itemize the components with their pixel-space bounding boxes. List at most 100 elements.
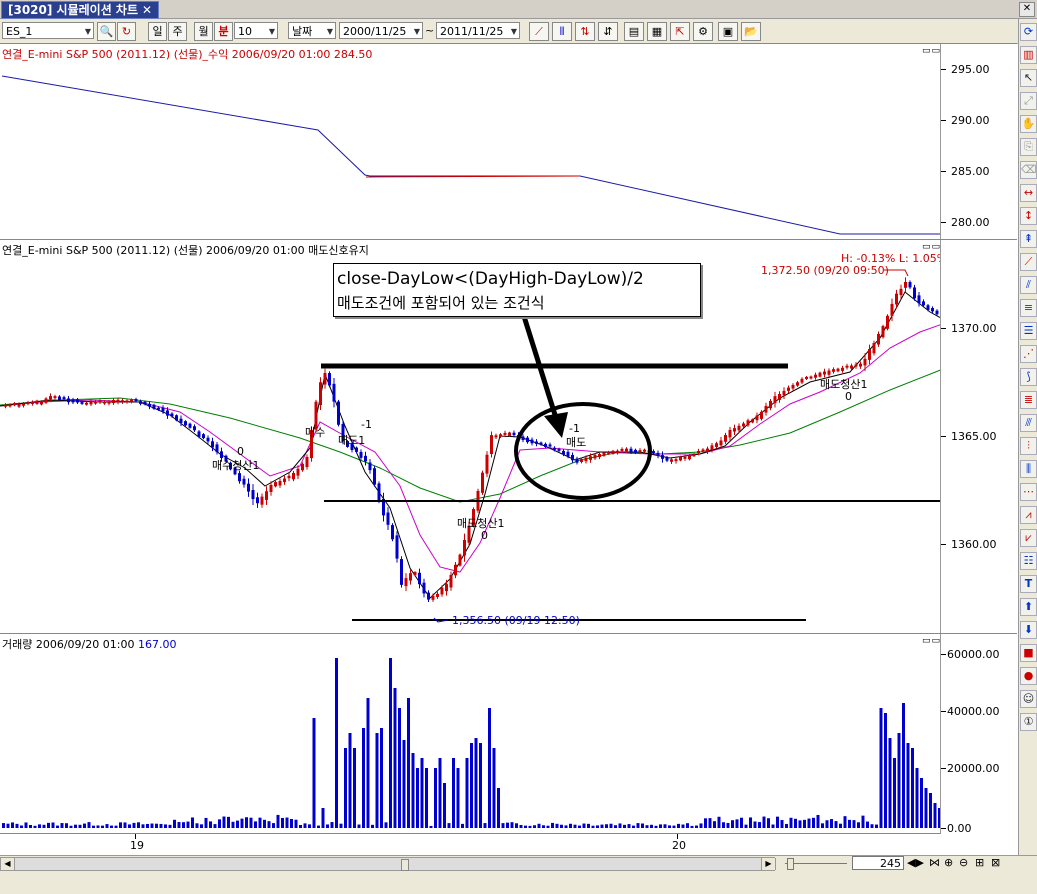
candle-body bbox=[364, 455, 367, 462]
crosshair-icon[interactable]: ⊕ bbox=[944, 856, 953, 869]
pane-window-controls[interactable]: ▭▭ bbox=[922, 636, 941, 646]
candle-body bbox=[395, 535, 399, 559]
text-icon[interactable]: T bbox=[1020, 575, 1037, 593]
scroll-thumb[interactable] bbox=[401, 859, 409, 871]
chart-compare-icon[interactable]: ⇅ bbox=[575, 22, 595, 41]
volume-bar bbox=[20, 825, 23, 828]
sync-icon[interactable]: ⟳ bbox=[1020, 23, 1037, 41]
pane-window-controls[interactable]: ▭▭ bbox=[922, 46, 941, 56]
speed-line-icon[interactable]: ≣ bbox=[1020, 391, 1037, 409]
horizontal-scrollbar[interactable]: ◀ ▶ bbox=[0, 857, 776, 871]
volume-bar bbox=[591, 825, 595, 828]
fit-icon[interactable]: ⋈ bbox=[929, 856, 940, 869]
zoom-value-input[interactable]: 245 bbox=[852, 856, 904, 870]
indicator-icon[interactable]: ▥ bbox=[1020, 46, 1037, 64]
smile-icon[interactable]: ☺ bbox=[1020, 690, 1037, 708]
report-icon[interactable]: ▦ bbox=[647, 22, 667, 41]
save-icon[interactable]: ▣ bbox=[718, 22, 738, 41]
wave-icon[interactable]: ⋯ bbox=[1020, 483, 1037, 501]
settings-icon[interactable]: ⚙ bbox=[693, 22, 713, 41]
delete-icon[interactable]: ⌫ bbox=[1020, 161, 1037, 179]
candle-body bbox=[436, 593, 439, 598]
zoom-icon[interactable]: ⤢ bbox=[1020, 92, 1037, 110]
scroll-left-icon[interactable]: ◀ bbox=[1, 858, 15, 870]
volume-bar bbox=[677, 823, 680, 828]
pane-window-controls[interactable]: ▭▭ bbox=[922, 242, 941, 252]
andrews-icon[interactable]: ⫶ bbox=[1020, 437, 1037, 455]
sort-icon[interactable]: ⇵ bbox=[598, 22, 618, 41]
tab-close-icon[interactable]: ✕ bbox=[142, 3, 152, 17]
volume-bar bbox=[56, 825, 59, 828]
symbol-select[interactable]: ES_1 ▼ bbox=[2, 22, 94, 39]
date-to-select[interactable]: 2011/11/25 ▼ bbox=[436, 22, 520, 39]
pattern-icon[interactable]: ⩘ bbox=[1020, 506, 1037, 524]
hand-icon[interactable]: ✋ bbox=[1020, 115, 1037, 133]
candle-body bbox=[301, 463, 304, 471]
period-minute-button[interactable]: 분 bbox=[214, 22, 233, 41]
trendline-icon[interactable]: ⟋ bbox=[1020, 253, 1037, 271]
export-icon[interactable]: ⇱ bbox=[670, 22, 690, 41]
zoom-out-icon[interactable]: ⊖ bbox=[959, 856, 968, 869]
volume-bar bbox=[866, 821, 869, 828]
refresh-icon[interactable]: ↻ bbox=[117, 22, 136, 41]
volume-bar bbox=[564, 825, 568, 828]
range-type-value: 날짜 bbox=[292, 25, 313, 38]
open-folder-icon[interactable]: 📂 bbox=[741, 22, 761, 41]
candle-body bbox=[530, 439, 534, 444]
chart-tab[interactable]: [3020] 시뮬레이션 차트 ✕ bbox=[1, 1, 160, 19]
volume-bar bbox=[627, 824, 631, 828]
zoom-arrows-icon[interactable]: ◀▶ bbox=[907, 856, 924, 869]
list-icon[interactable]: ☷ bbox=[1020, 552, 1037, 570]
chart-line-icon[interactable]: ⟋ bbox=[529, 22, 549, 41]
candle-body bbox=[688, 454, 691, 460]
channel-icon[interactable]: ⫽ bbox=[1020, 276, 1037, 294]
grid-icon[interactable]: ⊞ bbox=[975, 856, 984, 869]
date-from-select[interactable]: 2000/11/25 ▼ bbox=[339, 22, 423, 39]
period-day-button[interactable]: 일 bbox=[148, 22, 167, 41]
regression-icon[interactable]: ⫻ bbox=[1020, 414, 1037, 432]
copy-icon[interactable]: ⎘ bbox=[1020, 138, 1037, 156]
info-icon[interactable]: ① bbox=[1020, 713, 1037, 731]
circle-icon[interactable]: ● bbox=[1020, 667, 1037, 685]
candle-body bbox=[535, 441, 538, 444]
candle-body bbox=[292, 472, 295, 480]
candle-body bbox=[769, 400, 772, 409]
range-type-select[interactable]: 날짜 ▼ bbox=[288, 22, 336, 39]
candle-body bbox=[305, 456, 309, 468]
horizontal-line-icon[interactable]: ↔ bbox=[1020, 184, 1037, 202]
volume-bar bbox=[29, 824, 32, 828]
volume-plot bbox=[2, 658, 941, 828]
interval-select[interactable]: 10 ▼ bbox=[234, 22, 278, 39]
arrow-up-icon[interactable]: ⬆ bbox=[1020, 598, 1037, 616]
scroll-right-icon[interactable]: ▶ bbox=[761, 858, 776, 870]
volume-bar bbox=[6, 823, 10, 828]
fib-fan-icon[interactable]: ☰ bbox=[1020, 322, 1037, 340]
vertical-bar-icon[interactable]: ⇞ bbox=[1020, 230, 1037, 248]
signal-qty: 0 bbox=[481, 529, 488, 542]
window-close-icon[interactable]: ✕ bbox=[1019, 2, 1035, 17]
zoom-slider-handle[interactable] bbox=[787, 858, 794, 870]
search-icon[interactable]: 🔍 bbox=[97, 22, 116, 41]
gann-fan-icon[interactable]: ⟆ bbox=[1020, 368, 1037, 386]
ma-short-line bbox=[0, 291, 941, 599]
zoom-slider[interactable] bbox=[785, 857, 847, 870]
document-icon[interactable]: ▤ bbox=[624, 22, 644, 41]
gann-icon[interactable]: ⋰ bbox=[1020, 345, 1037, 363]
fibonacci-icon[interactable]: ≡ bbox=[1020, 299, 1037, 317]
volume-bar bbox=[317, 825, 320, 828]
volume-bar bbox=[690, 825, 694, 828]
arrow-down-icon[interactable]: ⬇ bbox=[1020, 621, 1037, 639]
candle-body bbox=[107, 401, 111, 404]
vertical-line-icon[interactable]: ↕ bbox=[1020, 207, 1037, 225]
arc-icon[interactable]: ⩗ bbox=[1020, 529, 1037, 547]
period-month-button[interactable]: 월 bbox=[194, 22, 213, 41]
period-week-button[interactable]: 주 bbox=[168, 22, 187, 41]
candle-body bbox=[665, 457, 669, 461]
candle-body bbox=[494, 435, 498, 438]
cycle-icon[interactable]: ⫼ bbox=[1020, 460, 1037, 478]
rectangle-icon[interactable]: ■ bbox=[1020, 644, 1037, 662]
chart-bar-icon[interactable]: ⫴ bbox=[552, 22, 572, 41]
candle-body bbox=[125, 400, 129, 403]
cursor-icon[interactable]: ↖ bbox=[1020, 69, 1037, 87]
close-chart-icon[interactable]: ⊠ bbox=[991, 856, 1000, 869]
